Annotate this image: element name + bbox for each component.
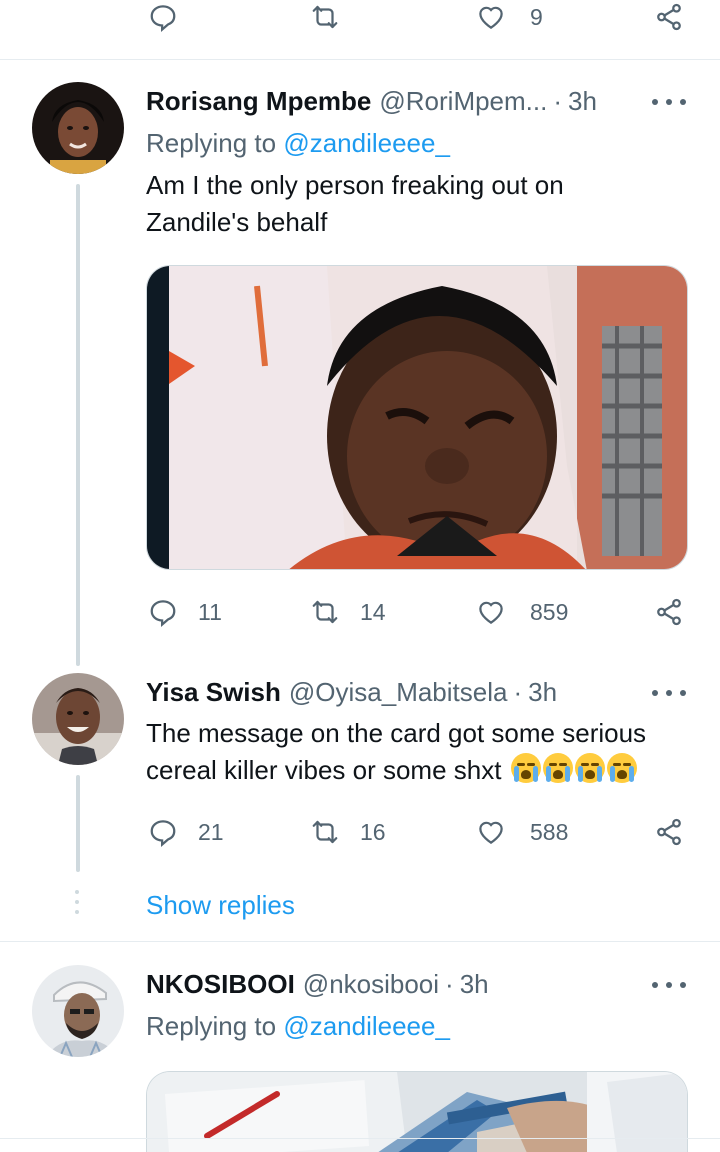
heart-icon (476, 817, 506, 847)
thread-dot (75, 890, 79, 894)
like-button[interactable]: 9 (476, 2, 543, 32)
replying-prefix: Replying to (146, 128, 277, 158)
retweet-button[interactable]: 14 (310, 597, 386, 627)
share-button[interactable] (654, 817, 684, 847)
share-icon (654, 817, 684, 847)
share-button[interactable] (654, 597, 684, 627)
like-count: 588 (530, 818, 569, 845)
retweet-button[interactable]: 16 (310, 817, 386, 847)
thread-more-dots (75, 890, 79, 920)
replying-to: Replying to @zandileeee_ (146, 128, 450, 159)
reply-button[interactable] (148, 2, 178, 32)
heart-icon (476, 2, 506, 32)
heart-icon (476, 597, 506, 627)
avatar[interactable] (32, 82, 124, 174)
reply-icon (148, 817, 178, 847)
loudly-crying-face-icon (542, 753, 573, 783)
avatar[interactable] (32, 673, 124, 765)
show-replies-link[interactable]: Show replies (146, 890, 295, 921)
share-icon (654, 597, 684, 627)
reply-count: 21 (198, 818, 224, 845)
timestamp[interactable]: 3h (528, 677, 557, 708)
separator: · (513, 677, 523, 707)
like-button[interactable]: 588 (476, 817, 568, 847)
reply-count: 11 (198, 598, 222, 625)
tweet-text: Am I the only person freaking out on Zan… (146, 167, 706, 241)
reply-icon (148, 597, 178, 627)
more-dot (652, 99, 658, 105)
tweet-text-line: cereal killer vibes or some shxt (146, 752, 706, 789)
timestamp[interactable]: 3h (460, 969, 489, 1000)
tweet-header: NKOSIBOOI @nkosibooi · 3h (146, 969, 489, 1000)
retweet-count: 14 (360, 598, 386, 625)
reply-icon (148, 2, 178, 32)
thread-dot (75, 910, 79, 914)
tweet-text-line: Am I the only person freaking out on (146, 170, 564, 200)
retweet-icon (310, 2, 340, 32)
tweet-media-image[interactable] (146, 1071, 688, 1152)
display-name[interactable]: NKOSIBOOI (146, 969, 295, 1000)
reply-button[interactable]: 11 (148, 597, 222, 627)
retweet-button[interactable] (310, 2, 340, 32)
display-name[interactable]: Yisa Swish (146, 677, 281, 708)
tweet-text: The message on the card got some serious… (146, 715, 706, 789)
display-name[interactable]: Rorisang Mpembe (146, 86, 371, 117)
tweet-divider (0, 941, 720, 942)
share-button[interactable] (654, 2, 684, 32)
bottom-divider (0, 1138, 720, 1139)
username[interactable]: @Oyisa_Mabitsela (289, 677, 508, 708)
more-options-button[interactable] (652, 975, 686, 995)
retweet-icon (310, 817, 340, 847)
mention-link[interactable]: @zandileeee_ (283, 128, 450, 158)
tweet-text-line: Zandile's behalf (146, 207, 328, 237)
more-dot (666, 99, 672, 105)
replying-prefix: Replying to (146, 1011, 277, 1041)
more-options-button[interactable] (652, 92, 686, 112)
tweet-divider (0, 59, 720, 60)
username[interactable]: @nkosibooi (303, 969, 439, 1000)
more-dot (680, 690, 686, 696)
more-dot (652, 690, 658, 696)
mention-link[interactable]: @zandileeee_ (283, 1011, 450, 1041)
reply-button[interactable]: 21 (148, 817, 224, 847)
tweet-header: Rorisang Mpembe @RoriMpem... · 3h (146, 86, 597, 117)
timestamp[interactable]: 3h (568, 86, 597, 117)
like-count: 859 (530, 598, 569, 625)
loudly-crying-face-icon (574, 753, 605, 783)
like-button[interactable]: 859 (476, 597, 568, 627)
separator: · (553, 86, 563, 116)
more-dot (666, 690, 672, 696)
avatar[interactable] (32, 965, 124, 1057)
thread-line (76, 775, 80, 872)
more-dot (680, 99, 686, 105)
separator: · (445, 969, 454, 999)
more-dot (680, 982, 686, 988)
more-options-button[interactable] (652, 683, 686, 703)
tweet-media-image[interactable] (146, 265, 688, 570)
username[interactable]: @RoriMpem... (379, 86, 547, 117)
tweet-text-line-content: cereal killer vibes or some shxt (146, 755, 502, 785)
loudly-crying-face-icon (606, 753, 637, 783)
retweet-icon (310, 597, 340, 627)
more-dot (666, 982, 672, 988)
share-icon (654, 2, 684, 32)
tweet-header: Yisa Swish @Oyisa_Mabitsela · 3h (146, 677, 557, 708)
thread-line (76, 184, 80, 666)
more-dot (652, 982, 658, 988)
thread-dot (75, 900, 79, 904)
tweet-text-line: The message on the card got some serious (146, 718, 647, 748)
like-count: 9 (530, 3, 543, 30)
loudly-crying-face-icon (510, 753, 541, 783)
replying-to: Replying to @zandileeee_ (146, 1011, 450, 1042)
retweet-count: 16 (360, 818, 386, 845)
